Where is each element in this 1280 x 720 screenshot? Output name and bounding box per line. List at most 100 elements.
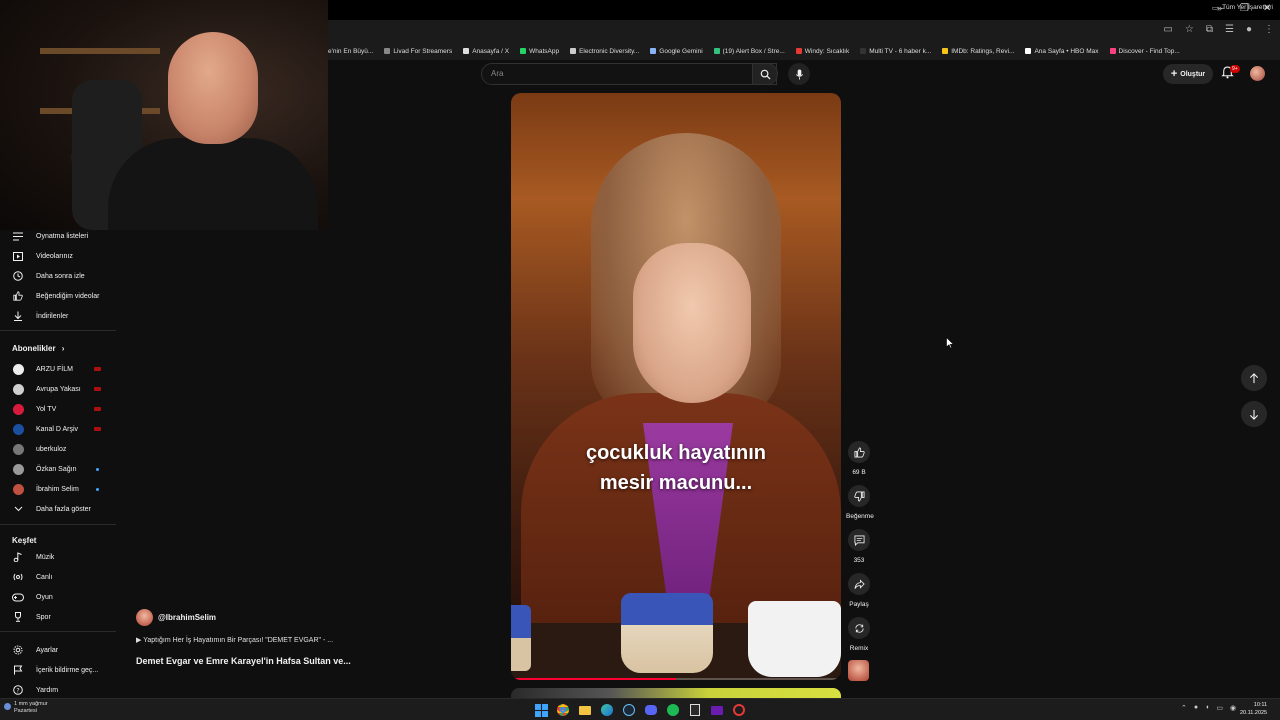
linked-video-link[interactable]: ▶ Yaptığım Her İş Hayatımın Bir Parçası!… [136, 636, 333, 644]
epic-games-icon[interactable] [687, 702, 703, 718]
sidebar-item-live[interactable]: Canlı [0, 567, 116, 587]
dislike-button[interactable]: Beğenme [846, 485, 874, 520]
sidebar-item-playlist[interactable]: Oynatma listeleri [0, 226, 116, 246]
sidebar-divider [0, 524, 116, 525]
sidebar-item-watch-later[interactable]: Daha sonra izle [0, 266, 116, 286]
app-icon[interactable] [731, 702, 747, 718]
steam-icon[interactable] [621, 702, 637, 718]
bookmark-favicon-icon [570, 48, 577, 54]
live-indicator-icon [94, 407, 101, 411]
bookmark-item[interactable]: e'nin En Büyü... [328, 48, 373, 55]
channel-avatar [12, 483, 24, 495]
sidebar-item-trophy[interactable]: Spor [0, 607, 116, 627]
star-icon[interactable]: ☆ [1185, 24, 1194, 35]
more-icon[interactable]: ⋮ [1264, 24, 1274, 35]
next-short-button[interactable] [1241, 401, 1267, 427]
thumbs-up-icon [854, 447, 865, 457]
menu-icon[interactable]: ☰ [1225, 24, 1234, 35]
tray-overflow-icon[interactable]: ⌃ [1181, 704, 1187, 712]
subscription-item[interactable]: Avrupa Yakası [0, 379, 116, 399]
microphone-tray-icon[interactable]: ● [1194, 704, 1198, 712]
bookmark-item[interactable]: IMDb: Ratings, Revi... [942, 48, 1014, 55]
caption-line-2: mesir macunu... [599, 472, 753, 494]
live-indicator-icon [94, 427, 101, 431]
kick-icon[interactable] [709, 702, 725, 718]
bookmark-item[interactable]: (19) Alert Box / Stre... [713, 47, 785, 55]
speaker-icon[interactable]: ◖ [1205, 704, 1209, 712]
channel-thumbnail-button[interactable] [848, 660, 869, 681]
remix-button[interactable]: Remix [846, 617, 872, 652]
subscription-label: Yol TV [36, 405, 57, 413]
voice-search-button[interactable] [788, 63, 810, 85]
sidebar-item-liked[interactable]: Beğendiğim videolar [0, 286, 116, 306]
bookmark-item[interactable]: WhatsApp [520, 48, 559, 55]
subscription-label: Özkan Sağın [36, 465, 77, 473]
clock[interactable]: 10:11 20.11.2025 [1240, 701, 1267, 717]
subscriptions-heading[interactable]: Abonelikler › [12, 344, 64, 353]
previous-short-button[interactable] [1241, 365, 1267, 391]
spotify-icon[interactable] [665, 702, 681, 718]
sidebar-item-help[interactable]: ? Yardım [0, 680, 116, 700]
channel-name[interactable]: @IbrahimSelim [158, 613, 216, 622]
all-bookmarks[interactable]: ▭ Tüm Yer İşaretleri [1212, 4, 1273, 12]
share-button[interactable]: Paylaş [846, 573, 872, 608]
bookmark-item[interactable]: Ana Sayfa • HBO Max [1025, 48, 1099, 55]
sidebar-item-label: Ayarlar [36, 646, 59, 654]
video-frame-cup [748, 601, 841, 677]
bookmark-label: Multi TV - 6 haber k... [869, 47, 932, 55]
sidebar-item-gear[interactable]: Ayarlar [0, 640, 116, 660]
short-title[interactable]: Demet Evgar ve Emre Karayel'in Hafsa Sul… [136, 656, 351, 666]
like-button[interactable]: 69 B [846, 441, 872, 476]
search-button[interactable] [752, 63, 778, 85]
bookmark-item[interactable]: Multi TV - 6 haber k... [860, 48, 931, 55]
cast-icon[interactable]: ▭ [1163, 24, 1172, 35]
subscription-item[interactable]: İbrahim Selim [0, 479, 116, 499]
sidebar-item-download[interactable]: İndirilenler [0, 306, 116, 326]
windows-start-icon[interactable] [533, 702, 549, 718]
bookmark-item[interactable]: Google Gemini [650, 48, 703, 55]
next-short-preview[interactable] [511, 688, 841, 698]
create-button[interactable]: + Oluştur [1163, 64, 1213, 84]
live-indicator-icon [94, 387, 101, 391]
subscription-item[interactable]: uberkuloz [0, 439, 116, 459]
subscription-item[interactable]: Yol TV [0, 399, 116, 419]
profile-icon[interactable]: ● [1246, 24, 1252, 35]
network-icon[interactable]: ◉ [1230, 704, 1236, 712]
sidebar-item-flag[interactable]: İçerik bildirme geç... [0, 660, 116, 680]
weather-widget[interactable]: 1 mm yağmur Pazartesi [4, 701, 48, 715]
account-avatar[interactable] [1250, 66, 1265, 81]
chrome-icon[interactable] [555, 702, 571, 718]
comments-button[interactable]: 353 [846, 529, 872, 564]
short-video-player[interactable]: çocukluk hayatının mesir macunu... [511, 93, 841, 680]
all-bookmarks-label: Tüm Yer İşaretleri [1222, 4, 1273, 11]
bookmark-item[interactable]: Discover - Find Top... [1109, 48, 1180, 55]
sidebar-item-gaming[interactable]: Oyun [0, 587, 116, 607]
extensions-icon[interactable]: ⧉ [1206, 24, 1213, 35]
bookmark-label: (19) Alert Box / Stre... [722, 47, 785, 55]
gear-icon [12, 645, 24, 655]
share-label: Paylaş [849, 601, 869, 608]
show-more-button[interactable]: Daha fazla göster [0, 499, 116, 519]
edge-icon[interactable] [599, 702, 615, 718]
file-explorer-icon[interactable] [577, 702, 593, 718]
discord-icon[interactable] [643, 702, 659, 718]
share-icon [854, 578, 865, 589]
search-input[interactable]: Ara [481, 63, 777, 85]
monitor-icon[interactable]: ▭ [1216, 704, 1223, 712]
channel-avatar[interactable] [136, 609, 153, 626]
sidebar-item-your-videos[interactable]: Videolarınız [0, 246, 116, 266]
bookmark-item[interactable]: Windy: Sıcaklık [795, 48, 849, 55]
subscription-item[interactable]: Kanal D Arşiv [0, 419, 116, 439]
sidebar-item-music[interactable]: Müzik [0, 547, 116, 567]
live-icon [12, 572, 24, 582]
watch-later-icon [12, 271, 24, 281]
weather-icon [4, 703, 11, 710]
video-frame-cup [621, 593, 713, 673]
bookmark-item[interactable]: Electronic Diversity... [570, 48, 639, 55]
bookmark-item[interactable]: Anasayfa / X [463, 48, 509, 55]
like-circle [848, 441, 870, 463]
bookmark-item[interactable]: Livad For Streamers [384, 48, 452, 55]
subscription-item[interactable]: ARZU FİLM [0, 359, 116, 379]
subscription-item[interactable]: Özkan Sağın [0, 459, 116, 479]
video-progress-bar[interactable] [511, 678, 841, 680]
